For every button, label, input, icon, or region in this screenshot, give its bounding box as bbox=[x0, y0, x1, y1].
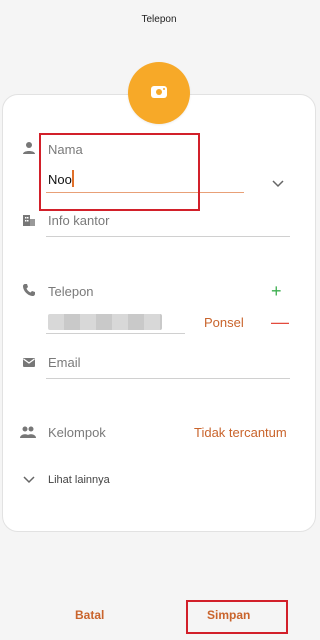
company-input[interactable]: Info kantor bbox=[48, 213, 109, 228]
phone-label: Telepon bbox=[48, 284, 94, 299]
group-value[interactable]: Tidak tercantum bbox=[194, 425, 287, 440]
person-icon bbox=[22, 141, 36, 155]
expand-name-chevron-icon[interactable] bbox=[271, 176, 285, 188]
add-phone-button[interactable]: + bbox=[271, 282, 282, 300]
email-underline bbox=[46, 378, 290, 379]
phone-type-dropdown[interactable]: Ponsel bbox=[204, 315, 244, 330]
camera-icon bbox=[151, 86, 167, 98]
page-title: Telepon bbox=[141, 14, 177, 25]
highlight-name-field bbox=[39, 133, 200, 211]
people-icon bbox=[20, 425, 36, 439]
group-label: Kelompok bbox=[48, 425, 106, 440]
email-input[interactable]: Email bbox=[48, 355, 81, 370]
see-more-button[interactable]: Lihat lainnya bbox=[48, 474, 110, 486]
phone-number-input[interactable] bbox=[48, 314, 162, 330]
highlight-save-button bbox=[186, 600, 288, 634]
phone-underline bbox=[46, 333, 185, 334]
cancel-button[interactable]: Batal bbox=[75, 608, 104, 622]
company-underline bbox=[46, 236, 290, 237]
phone-icon bbox=[22, 283, 36, 297]
mail-icon bbox=[22, 355, 36, 369]
chevron-down-icon bbox=[22, 475, 36, 485]
remove-phone-button[interactable]: — bbox=[271, 313, 289, 331]
building-icon bbox=[22, 213, 36, 227]
avatar-button[interactable] bbox=[128, 62, 190, 124]
